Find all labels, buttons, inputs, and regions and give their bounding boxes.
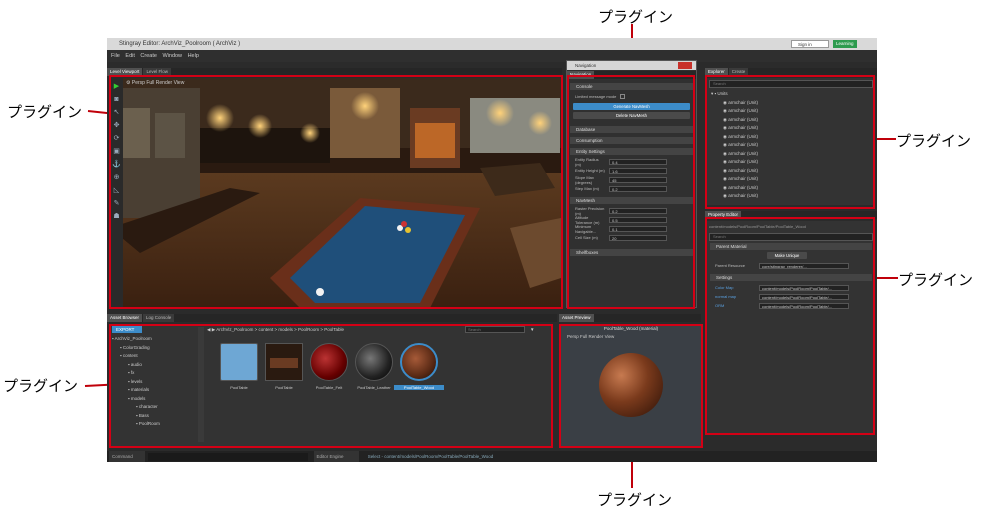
menu-file[interactable]: File: [111, 53, 120, 59]
highlight-explorer: [705, 75, 875, 209]
menu-create[interactable]: Create: [140, 53, 157, 59]
callout-viewport: プラグイン: [7, 103, 83, 121]
highlight-viewport: [109, 75, 563, 309]
sign-in-button[interactable]: Sign in: [791, 40, 829, 48]
callout-explorer: プラグイン: [896, 132, 972, 150]
highlight-asset-browser: [109, 324, 553, 448]
learning-button[interactable]: Learning: [833, 40, 857, 48]
menu-bar: File Edit Create Window Help: [107, 50, 877, 62]
engine-dropdown[interactable]: Editor Engine: [313, 451, 359, 462]
menu-window[interactable]: Window: [162, 53, 182, 59]
asset-preview-tabs: Asset Preview: [559, 314, 701, 322]
menu-edit[interactable]: Edit: [125, 53, 134, 59]
menu-help[interactable]: Help: [188, 53, 199, 59]
highlight-navigation: [567, 75, 695, 309]
command-input[interactable]: [148, 452, 309, 461]
command-dropdown[interactable]: Command: [109, 451, 145, 462]
callout-asset-browser: プラグイン: [3, 377, 79, 395]
tab-log-console[interactable]: Log Console: [143, 314, 175, 322]
navigation-window-titlebar: Navigation: [567, 61, 696, 70]
window-title: Stingray Editor: ArchViz_Poolroom ( Arch…: [119, 41, 241, 47]
highlight-asset-preview: [559, 324, 703, 448]
tab-asset-preview[interactable]: Asset Preview: [559, 314, 594, 322]
highlight-property-editor: [705, 217, 875, 435]
callout-asset-preview: プラグイン: [597, 491, 673, 509]
status-bar: Command Editor Engine Select - content/m…: [107, 451, 877, 462]
close-icon[interactable]: [678, 62, 692, 69]
asset-browser-tabs: Asset Browser Log Console: [107, 314, 557, 322]
tab-asset-browser[interactable]: Asset Browser: [107, 314, 143, 322]
callout-navigation: プラグイン: [598, 8, 674, 26]
callout-property-editor: プラグイン: [898, 271, 974, 289]
title-bar: Stingray Editor: ArchViz_Poolroom ( Arch…: [107, 38, 877, 50]
status-message: Select - content/models/PoolRoom/PoolTab…: [367, 454, 494, 459]
